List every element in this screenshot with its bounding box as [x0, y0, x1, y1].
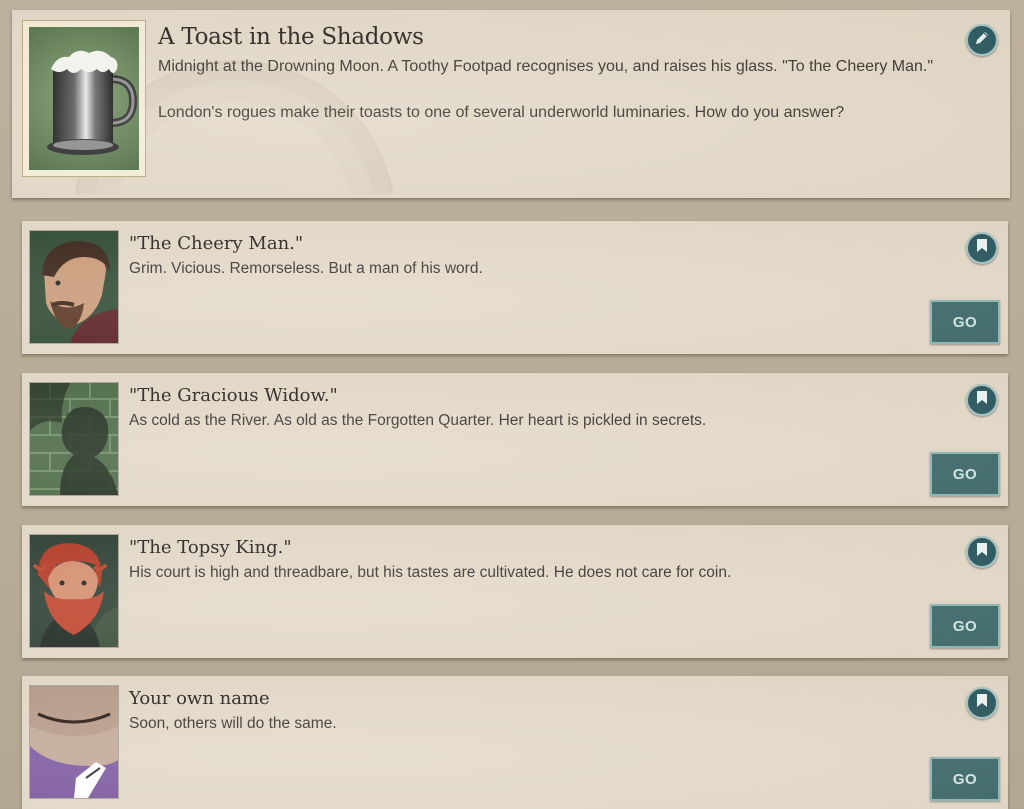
bookmark-button[interactable] [966, 536, 998, 568]
go-button[interactable]: GO [930, 604, 1000, 648]
topsy-king-portrait [30, 535, 118, 647]
bookmark-icon [976, 542, 988, 562]
branch-description: Grim. Vicious. Remorseless. But a man of… [129, 260, 483, 277]
storylet-question: London's rogues make their toasts to one… [158, 104, 845, 121]
bookmark-icon [976, 238, 988, 258]
go-button[interactable]: GO [930, 757, 1000, 801]
bookmark-icon [976, 390, 988, 410]
tankard-icon [29, 27, 139, 170]
bookmark-button[interactable] [966, 687, 998, 719]
gracious-widow-portrait [30, 383, 118, 495]
branch-card-cheery-man: "The Cheery Man." Grim. Vicious. Remorse… [22, 221, 1008, 354]
storylet-card: A Toast in the Shadows Midnight at the D… [12, 10, 1010, 198]
cheery-man-portrait [30, 231, 118, 343]
bookmark-button[interactable] [966, 384, 998, 416]
go-button[interactable]: GO [930, 452, 1000, 496]
branch-description: His court is high and threadbare, but hi… [129, 564, 732, 581]
edit-button[interactable] [966, 24, 998, 56]
storylet-image [22, 20, 146, 177]
storylet-description: Midnight at the Drowning Moon. A Toothy … [158, 58, 934, 75]
branch-title: "The Cheery Man." [129, 233, 304, 254]
storylet-title: A Toast in the Shadows [158, 24, 424, 50]
bookmark-button[interactable] [966, 232, 998, 264]
branch-title: "The Gracious Widow." [129, 385, 338, 406]
branch-card-own-name: Your own name Soon, others will do the s… [22, 676, 1008, 809]
branch-description: As cold as the River. As old as the Forg… [129, 412, 707, 429]
branch-title: Your own name [129, 688, 270, 709]
branch-title: "The Topsy King." [129, 537, 292, 558]
branch-card-topsy-king: "The Topsy King." His court is high and … [22, 525, 1008, 658]
branch-card-gracious-widow: "The Gracious Widow." As cold as the Riv… [22, 373, 1008, 506]
branch-description: Soon, others will do the same. [129, 715, 337, 732]
pencil-icon [974, 30, 990, 51]
bookmark-icon [976, 693, 988, 713]
go-button[interactable]: GO [930, 300, 1000, 344]
own-name-portrait [30, 686, 118, 798]
